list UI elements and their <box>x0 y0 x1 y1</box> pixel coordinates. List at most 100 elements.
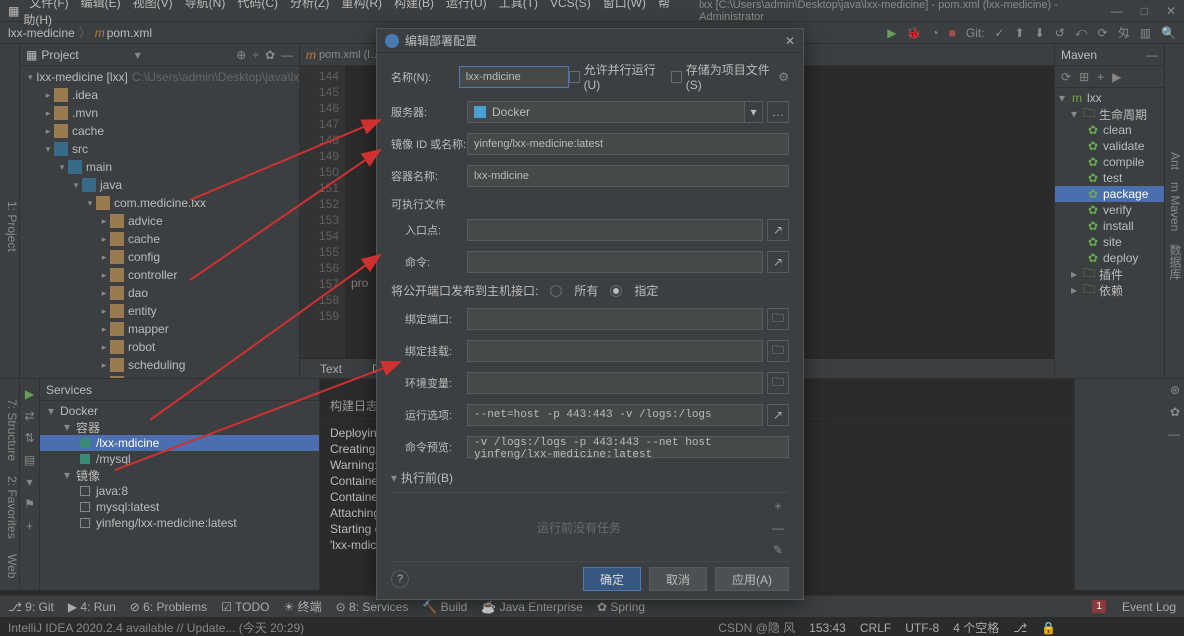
server-more-button[interactable]: … <box>767 101 789 123</box>
menu-item[interactable]: 代码(C) <box>231 0 284 10</box>
container-name-input[interactable] <box>467 165 789 187</box>
rail-db[interactable]: 数据库 <box>1168 244 1182 280</box>
maven-goal[interactable]: ✿verify <box>1055 202 1164 218</box>
menu-item[interactable]: 分析(Z) <box>284 0 335 10</box>
sv-expand-icon[interactable]: ▤ <box>24 453 35 467</box>
service-node[interactable]: java:8 <box>40 483 319 499</box>
maven-hide-icon[interactable]: — <box>1146 48 1158 62</box>
command-input[interactable] <box>467 251 763 273</box>
cancel-button[interactable]: 取消 <box>649 567 707 591</box>
menu-item[interactable]: 视图(V) <box>127 0 179 10</box>
font-icon[interactable]: 匁 <box>1118 24 1130 41</box>
entrypoint-input[interactable] <box>467 219 763 241</box>
stop-icon[interactable]: ■ <box>949 26 956 40</box>
maven-goal[interactable]: ✿deploy <box>1055 250 1164 266</box>
ok-button[interactable]: 确定 <box>583 567 641 591</box>
tree-node[interactable]: ▾lxx-medicine [lxx] C:\Users\admin\Deskt… <box>20 68 299 86</box>
maven-goal[interactable]: ✿site <box>1055 234 1164 250</box>
maven-reload-icon[interactable]: ⟳ <box>1061 70 1071 84</box>
bind-mounts-browse-icon[interactable]: 🗀 <box>767 340 789 362</box>
rail-ant[interactable]: Ant <box>1168 152 1182 170</box>
coverage-icon[interactable]: ◔ <box>931 26 938 40</box>
sv-group-icon[interactable]: ⚑ <box>24 497 35 511</box>
menu-item[interactable]: 文件(F) <box>23 0 74 10</box>
status-item[interactable]: ▶ 4: Run <box>68 600 116 614</box>
sr-min-icon[interactable]: — <box>1168 427 1180 441</box>
rail-web[interactable]: Web <box>5 554 19 578</box>
tree-node[interactable]: ▸controller <box>20 266 299 284</box>
breadcrumb-root[interactable]: lxx-medicine <box>8 26 75 40</box>
rail-structure[interactable]: 7: Structure <box>5 399 19 461</box>
apply-button[interactable]: 应用(A) <box>715 567 789 591</box>
status-right-item[interactable]: 4 个空格 <box>953 621 999 635</box>
tree-node[interactable]: ▾java <box>20 176 299 194</box>
help-icon[interactable]: ? <box>391 570 409 588</box>
radio-specific[interactable] <box>610 285 622 297</box>
editor-tab[interactable]: pom.xml (l… <box>319 49 381 61</box>
store-file-gear-icon[interactable]: ⚙ <box>778 70 789 84</box>
bind-ports-browse-icon[interactable]: 🗀 <box>767 308 789 330</box>
tree-node[interactable]: ▸dao <box>20 284 299 302</box>
service-node[interactable]: /lxx-mdicine <box>40 435 319 451</box>
maven-goal[interactable]: ✿package <box>1055 186 1164 202</box>
env-vars-browse-icon[interactable]: 🗀 <box>767 372 789 394</box>
services-tab-build[interactable]: 构建日志 <box>330 397 378 414</box>
update-text[interactable]: IntelliJ IDEA 2020.2.4 available // Upda… <box>8 621 304 635</box>
git-rollback-icon[interactable]: ⤺ <box>1075 25 1088 40</box>
service-node[interactable]: mysql:latest <box>40 499 319 515</box>
tree-node[interactable]: ▸.mvn <box>20 104 299 122</box>
server-combo-arrow[interactable]: ▾ <box>745 101 763 123</box>
service-node[interactable]: ▾Docker <box>40 403 319 419</box>
maven-add-icon[interactable]: + <box>1097 70 1104 84</box>
menu-item[interactable]: 运行(U) <box>440 0 493 10</box>
maven-tree[interactable]: ▾mlxx▾🗀生命周期✿clean✿validate✿compile✿test✿… <box>1055 88 1164 378</box>
dialog-close-icon[interactable]: ✕ <box>785 34 795 48</box>
status-item[interactable]: ✿ Spring <box>597 600 645 614</box>
status-item[interactable]: ☑ TODO <box>221 600 269 614</box>
image-id-input[interactable] <box>467 133 789 155</box>
task-edit-icon[interactable]: ✎ <box>773 543 783 557</box>
sv-filter2-icon[interactable]: ⇅ <box>24 431 34 445</box>
env-vars-input[interactable] <box>467 372 763 394</box>
tree-node[interactable]: ▸entity <box>20 302 299 320</box>
git-push-icon[interactable]: ⬇ <box>1035 26 1045 40</box>
tree-node[interactable]: ▾com.medicine.lxx <box>20 194 299 212</box>
status-right-item[interactable]: ⎇ <box>1013 621 1027 635</box>
rail-project[interactable]: 1: Project <box>5 201 19 252</box>
server-combo[interactable]: Docker <box>467 101 745 123</box>
git-history-icon[interactable]: ↺ <box>1055 26 1065 40</box>
radio-all[interactable] <box>550 285 562 297</box>
tree-node[interactable]: ▸mapper <box>20 320 299 338</box>
before-launch-section[interactable]: 执行前(B) <box>401 471 453 485</box>
sv-add-icon[interactable]: + <box>26 519 33 533</box>
name-input[interactable] <box>459 66 569 88</box>
maven-gen-icon[interactable]: ⊞ <box>1079 70 1089 84</box>
run-options-input[interactable] <box>467 404 763 426</box>
event-log-badge[interactable]: 1 <box>1092 600 1106 613</box>
breadcrumb-file[interactable]: pom.xml <box>107 26 152 40</box>
task-remove-icon[interactable]: — <box>772 521 784 535</box>
git-update-icon[interactable]: ✓ <box>995 26 1005 40</box>
editor-foot-text[interactable]: Text <box>320 362 342 376</box>
service-node[interactable]: yinfeng/lxx-medicine:latest <box>40 515 319 531</box>
run-icon[interactable]: ▶ <box>887 26 896 40</box>
search-icon[interactable]: 🔍 <box>1161 26 1176 40</box>
maven-goal[interactable]: ✿validate <box>1055 138 1164 154</box>
sv-filter1-icon[interactable]: ⇄ <box>24 409 34 423</box>
tree-node[interactable]: ▸service <box>20 374 299 378</box>
target-icon[interactable]: ⊕ <box>236 48 246 62</box>
close-icon[interactable]: ✕ <box>1166 4 1176 18</box>
rail-favorites[interactable]: 2: Favorites <box>5 476 19 539</box>
project-tree[interactable]: ▾lxx-medicine [lxx] C:\Users\admin\Deskt… <box>20 66 299 378</box>
more-icon[interactable]: ▥ <box>1140 26 1151 40</box>
store-as-file-checkbox[interactable]: 存储为项目文件(S) <box>671 61 774 92</box>
status-right-item[interactable]: UTF-8 <box>905 621 939 635</box>
maven-goal[interactable]: ✿clean <box>1055 122 1164 138</box>
tree-node[interactable]: ▸scheduling <box>20 356 299 374</box>
menu-item[interactable]: 编辑(E) <box>75 0 127 10</box>
tree-node[interactable]: ▾src <box>20 140 299 158</box>
menu-item[interactable]: 重构(R) <box>335 0 388 10</box>
tree-node[interactable]: ▸cache <box>20 122 299 140</box>
sr-settings-icon[interactable]: ⊛ <box>1170 383 1180 397</box>
status-item[interactable]: 🔨 Build <box>422 600 467 614</box>
